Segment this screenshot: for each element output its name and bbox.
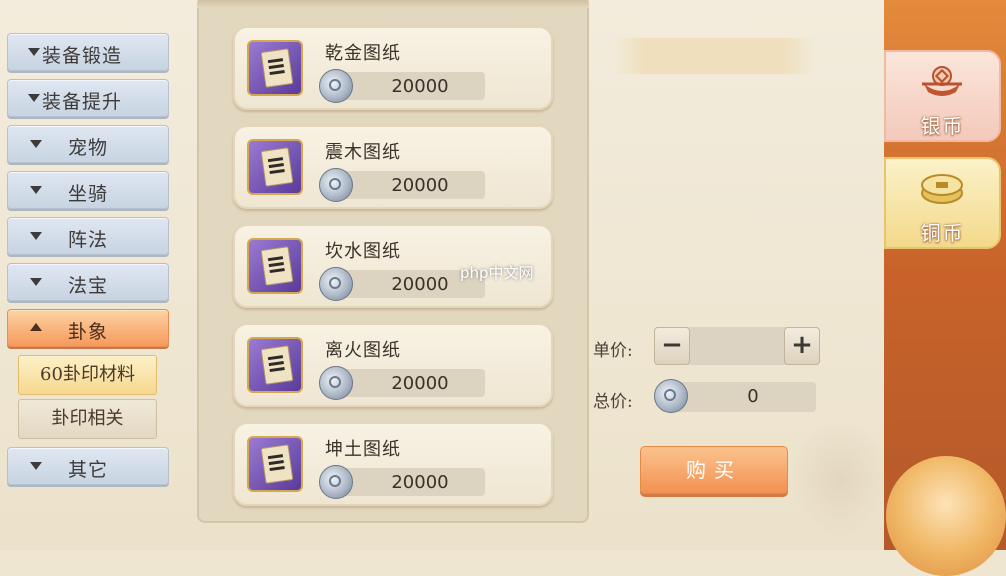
nav-item-label: 宠物 <box>67 137 108 159</box>
subnav-item-seal-related[interactable]: 卦印相关 <box>18 399 157 439</box>
item-name: 震木图纸 <box>325 142 401 163</box>
blueprint-icon <box>247 337 303 393</box>
item-price: 20000 <box>319 69 485 103</box>
category-nav: 装备锻造 装备提升 宠物 坐骑 阵法 法宝 卦象 60卦印材料 卦印相关 其它 <box>0 0 190 550</box>
blueprint-icon <box>247 40 303 96</box>
item-title-plate <box>614 38 814 74</box>
item-name: 离火图纸 <box>325 340 401 361</box>
item-card[interactable]: 乾金图纸 20000 <box>233 26 553 110</box>
silver-coin-icon <box>319 465 353 499</box>
cloud-decoration <box>790 420 890 540</box>
item-price-value: 20000 <box>391 175 449 196</box>
item-name: 坎水图纸 <box>325 241 401 262</box>
increase-button[interactable]: + <box>784 327 820 365</box>
total-price: 0 <box>654 379 816 413</box>
menu-orb-button[interactable] <box>886 456 1006 576</box>
silver-coin-icon <box>319 168 353 202</box>
decrease-button[interactable]: − <box>654 327 690 365</box>
blueprint-icon <box>247 436 303 492</box>
nav-item-label: 法宝 <box>67 275 108 297</box>
total-price-value: 0 <box>747 386 759 407</box>
silver-coin-icon <box>319 267 353 301</box>
silver-ingot-icon <box>922 66 962 96</box>
silver-coin-icon <box>319 69 353 103</box>
nav-item-label: 卦象 <box>67 321 108 343</box>
total-price-label: 总价: <box>593 392 633 412</box>
nav-item-mount[interactable]: 坐骑 <box>7 171 169 209</box>
tab-silver-coin[interactable]: 银币 <box>884 50 1001 142</box>
nav-item-treasure[interactable]: 法宝 <box>7 263 169 301</box>
silver-coin-icon <box>654 379 688 413</box>
nav-item-equipment-upgrade[interactable]: 装备提升 <box>7 79 169 117</box>
item-card[interactable]: 离火图纸 20000 <box>233 323 553 407</box>
chevron-down-icon <box>28 48 40 56</box>
nav-item-divination[interactable]: 卦象 <box>7 309 169 347</box>
nav-item-label: 装备锻造 <box>42 45 123 67</box>
nav-item-other[interactable]: 其它 <box>7 447 169 485</box>
copper-coin-icon <box>921 174 963 204</box>
item-price-value: 20000 <box>391 373 449 394</box>
nav-item-label: 阵法 <box>67 229 108 251</box>
nav-item-label: 坐骑 <box>67 183 108 205</box>
item-name: 乾金图纸 <box>325 43 401 64</box>
quantity-stepper: − + <box>654 327 820 365</box>
item-price-value: 20000 <box>391 472 449 493</box>
unit-price-label: 单价: <box>593 341 633 361</box>
buy-button[interactable]: 购买 <box>640 446 788 494</box>
subnav-item-60-seal-materials[interactable]: 60卦印材料 <box>18 355 157 395</box>
watermark-logo: php中文网 <box>460 264 534 282</box>
chevron-down-icon <box>28 94 40 102</box>
item-price: 20000 <box>319 366 485 400</box>
tab-label: 银币 <box>920 114 965 138</box>
item-price: 20000 <box>319 465 485 499</box>
blueprint-icon <box>247 139 303 195</box>
shop-screen: 装备锻造 装备提升 宠物 坐骑 阵法 法宝 卦象 60卦印材料 卦印相关 其它 … <box>0 0 1006 576</box>
nav-item-label: 装备提升 <box>42 91 123 113</box>
tab-label: 铜币 <box>920 221 965 245</box>
item-price: 20000 <box>319 168 485 202</box>
nav-item-equipment-forge[interactable]: 装备锻造 <box>7 33 169 71</box>
blueprint-icon <box>247 238 303 294</box>
item-card[interactable]: 震木图纸 20000 <box>233 125 553 209</box>
nav-item-pet[interactable]: 宠物 <box>7 125 169 163</box>
item-name: 坤土图纸 <box>325 439 401 460</box>
tab-copper-coin[interactable]: 铜币 <box>884 157 1001 249</box>
item-price-value: 20000 <box>391 76 449 97</box>
nav-item-formation[interactable]: 阵法 <box>7 217 169 255</box>
nav-item-label: 其它 <box>67 459 108 481</box>
item-card[interactable]: 坤土图纸 20000 <box>233 422 553 506</box>
silver-coin-icon <box>319 366 353 400</box>
